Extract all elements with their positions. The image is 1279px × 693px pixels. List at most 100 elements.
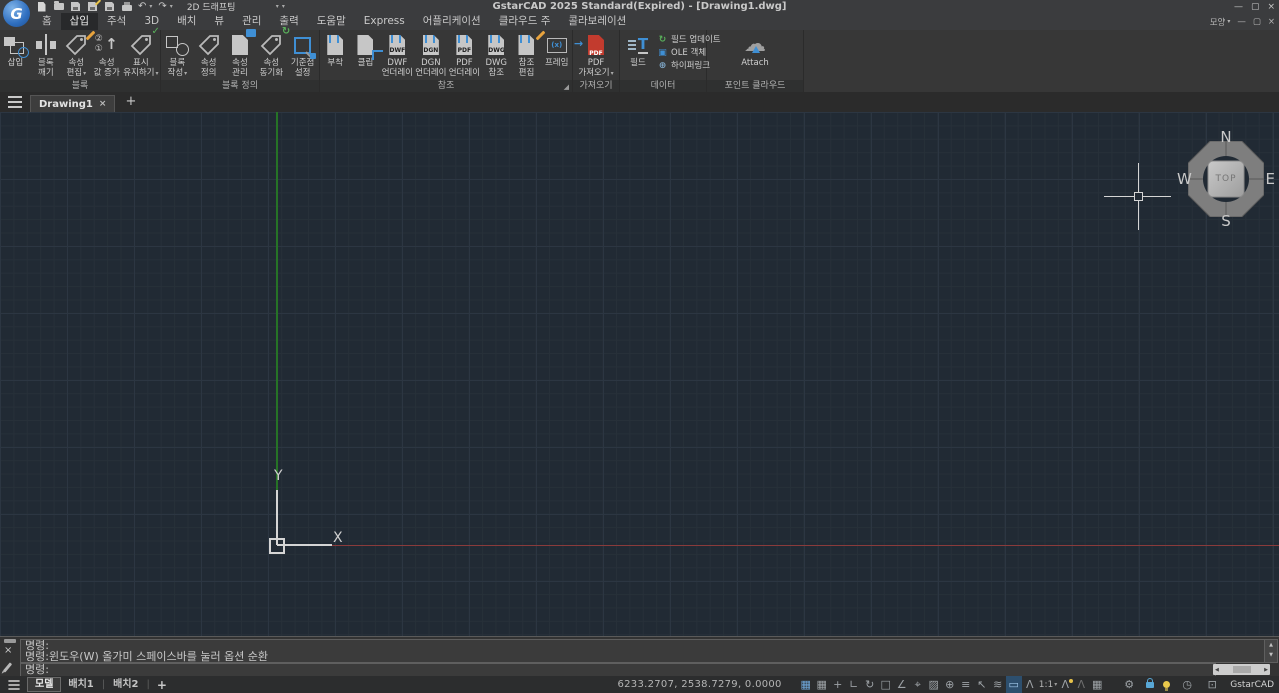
define-attribute-button[interactable]: 속성 정의 [194,31,224,78]
command-input[interactable]: 명령: [20,663,1216,677]
osnap-tracking-icon[interactable]: ∠ [894,676,910,693]
document-tab-drawing1[interactable]: Drawing1 × [30,94,116,113]
layers-icon[interactable]: ≋ [990,676,1006,693]
close-button[interactable]: × [1267,2,1275,12]
lineweight-icon[interactable]: ≡ [958,676,974,693]
redo-dropdown-icon[interactable]: ▾ [170,3,173,10]
new-file-icon[interactable] [36,1,47,12]
doc-close-button[interactable]: × [1268,17,1275,27]
keep-display-button[interactable]: ✓ 표시 유지하기▾ [122,26,160,79]
polar-tracking-icon[interactable]: ↻ [862,676,878,693]
quick-properties-icon[interactable]: ↖ [974,676,990,693]
viewcube-south[interactable]: S [1221,212,1231,230]
pdf-underlay-button[interactable]: PDF PDF 언더레이 [448,31,481,78]
field-button[interactable]: T 필드 [623,31,653,68]
fullscreen-icon[interactable]: ⊡ [1204,676,1220,693]
manage-attributes-button[interactable]: 속성 관리 [225,29,256,78]
gstarcad-logo[interactable]: G [3,0,30,27]
ui-lock-icon[interactable] [1146,677,1155,688]
viewcube-top-face[interactable]: TOP [1188,174,1264,184]
frame-button[interactable]: (x) 프레임 [542,31,572,68]
pdf-import-button[interactable]: → PDF PDF 가져오기▾ [574,31,614,79]
minimize-button[interactable]: — [1234,2,1243,12]
annotation-visibility-icon[interactable]: Λ [1057,676,1074,693]
graphics-monitor-icon[interactable]: ▭ [1005,676,1022,693]
sync-attributes-button[interactable]: ↻ 속성 동기화 [256,26,291,78]
hatch-display-icon[interactable]: ▨ [926,676,942,693]
tab-home[interactable]: 홈 [33,13,61,30]
command-vertical-scrollbar[interactable]: ▲ ▼ [1264,639,1278,663]
explode-block-button[interactable]: 블록 깨기 [31,31,61,78]
tab-layout[interactable]: 배치 [168,13,205,30]
appearance-dropdown[interactable]: 모양 ▾ [1210,16,1231,28]
tab-cloud[interactable]: 클라우드 주 [490,13,560,30]
annotation-auto-scale-icon[interactable]: Λ [1073,676,1089,693]
tab-manage[interactable]: 관리 [233,13,270,30]
tab-express[interactable]: Express [355,13,414,30]
undo-icon[interactable]: ↶ [138,1,146,12]
tab-view[interactable]: 뷰 [205,13,233,30]
tab-insert[interactable]: 삽입 [60,13,98,30]
tab-help[interactable]: 도움말 [308,13,355,30]
statusbar-menu-icon[interactable] [8,679,20,690]
clip-button[interactable]: 클립 [350,31,384,68]
command-panel-grip[interactable] [4,639,16,643]
model-tab[interactable]: 모델 [27,677,62,692]
snap-grid-icon[interactable]: ▦ [814,676,830,693]
dwg-xref-button[interactable]: DWG DWG 참조 [481,31,511,78]
edit-attribute-button[interactable]: 속성 편집▾ [61,30,96,79]
doc-minimize-button[interactable]: — [1237,17,1246,27]
toolbar-options-icon[interactable]: ▾ [282,3,285,10]
print-icon[interactable] [121,1,132,12]
save-all-icon[interactable] [104,1,115,12]
layout2-tab[interactable]: 배치2 [106,677,145,692]
ortho-mode-icon[interactable]: ∟ [846,676,862,693]
snap-mode-icon[interactable]: + [830,676,846,693]
isolate-objects-icon[interactable]: ◷ [1179,676,1195,693]
scroll-up-icon[interactable]: ▲ [1265,640,1277,650]
redo-icon[interactable]: ↷ [158,1,166,12]
workspace-dropdown[interactable]: 2D 드래프팅 ▾ [187,1,279,13]
scroll-down-icon[interactable]: ▼ [1265,650,1277,660]
dgn-underlay-button[interactable]: DGN DGN 언더레이 [414,31,447,78]
save-icon[interactable] [70,1,81,12]
viewcube-east[interactable]: E [1266,170,1275,188]
increment-attribute-button[interactable]: ② ① ↑ 속성 값 증가 [92,31,122,78]
scroll-right-icon[interactable]: ▶ [1264,667,1268,673]
settings-gear-icon[interactable]: ⚙ [1121,676,1137,693]
new-tab-button[interactable]: + [125,93,136,111]
create-block-button[interactable]: 블록 작성▾ [162,31,192,79]
scroll-left-icon[interactable]: ◀ [1215,667,1219,673]
table-icon[interactable]: ▦ [1089,676,1105,693]
hardware-acceleration-icon[interactable] [1163,681,1171,691]
insert-block-button[interactable]: 삽입 [0,31,30,68]
open-file-icon[interactable] [53,1,64,12]
view-cube[interactable]: N S W E TOP [1177,128,1275,230]
point-cloud-attach-button[interactable]: ☁ Attach [740,31,770,69]
layout1-tab[interactable]: 배치1 [61,677,100,692]
viewcube-north[interactable]: N [1220,128,1231,146]
scrollbar-thumb[interactable] [1232,666,1251,673]
undo-dropdown-icon[interactable]: ▾ [149,3,152,10]
command-horizontal-scrollbar[interactable]: ◀ ▶ [1213,664,1270,675]
file-tabs-menu-icon[interactable] [8,96,22,108]
command-panel-close-icon[interactable]: × [4,645,12,657]
attach-reference-button[interactable]: 부착 [320,31,350,68]
edit-reference-button[interactable]: 참조 편집 [511,30,546,78]
save-as-icon[interactable] [87,0,102,12]
tab-close-icon[interactable]: × [99,99,107,109]
annotation-scale-control[interactable]: Λ 1:1 ▾ [1022,676,1057,693]
command-customize-icon[interactable] [2,662,13,673]
new-layout-button[interactable]: + [157,678,167,692]
dynamic-input-icon[interactable]: ⊕ [942,676,958,693]
doc-restore-button[interactable]: ▢ [1253,17,1261,27]
dwf-underlay-button[interactable]: DWF DWF 언더레이 [381,31,414,78]
tab-annotate[interactable]: 주석 [98,13,135,30]
object-snap-icon[interactable]: □ [878,676,894,693]
tab-collaboration[interactable]: 콜라보레이션 [559,13,635,30]
tab-application[interactable]: 어플리케이션 [414,13,490,30]
grid-display-icon[interactable]: ▦ [798,676,814,693]
set-basepoint-button[interactable]: 기준점 설정 [288,31,318,78]
drawing-canvas[interactable]: Y X N S W E TOP [0,112,1279,636]
restore-button[interactable]: ▢ [1251,2,1260,12]
